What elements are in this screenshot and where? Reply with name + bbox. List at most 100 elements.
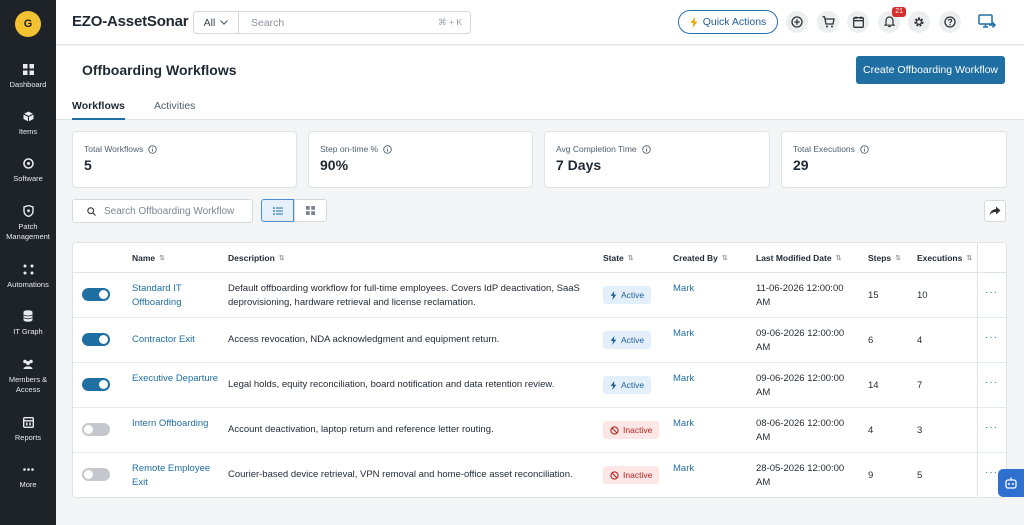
row-actions-menu[interactable]: ··· — [985, 467, 998, 478]
screen-share-button[interactable] — [978, 13, 997, 31]
created-by-link[interactable]: Mark — [673, 327, 694, 341]
workflow-name-link[interactable]: Contractor Exit — [132, 333, 222, 347]
grid-view-button[interactable] — [294, 199, 327, 222]
quick-actions-button[interactable]: Quick Actions — [678, 10, 778, 34]
stat-label: Step on-time % — [320, 144, 379, 154]
settings-button[interactable] — [908, 11, 930, 33]
sidebar-item-label: Dashboard — [9, 80, 47, 89]
top-bar: EZO-AssetSonar All ⌘ + K Quick Actions 2… — [56, 0, 1024, 45]
blocked-icon — [610, 425, 619, 435]
automation-icon — [22, 263, 34, 275]
column-header-executions[interactable]: Executions ⇅ — [917, 253, 972, 263]
workflow-enabled-toggle[interactable] — [82, 423, 110, 436]
calendar-icon-button[interactable] — [847, 11, 869, 33]
search-input[interactable] — [239, 16, 439, 29]
add-icon-button[interactable] — [786, 11, 808, 33]
executions-count: 3 — [917, 425, 923, 436]
row-actions-menu[interactable]: ··· — [985, 332, 998, 343]
workflow-enabled-toggle[interactable] — [82, 333, 110, 346]
row-actions-menu[interactable]: ··· — [985, 377, 998, 388]
workflow-name-link[interactable]: Intern Offboarding — [132, 417, 222, 431]
help-icon — [944, 16, 956, 28]
main-content: Offboarding Workflows Create Offboarding… — [56, 46, 1024, 525]
sidebar-item-items[interactable]: Items — [0, 110, 56, 137]
avatar[interactable]: G — [15, 11, 41, 37]
list-icon — [272, 206, 283, 215]
members-icon — [22, 358, 34, 370]
sort-icon: ⇅ — [835, 255, 842, 262]
row-actions-menu[interactable]: ··· — [985, 287, 998, 298]
create-workflow-button[interactable]: Create Offboarding Workflow — [856, 56, 1005, 84]
created-by-link[interactable]: Mark — [673, 372, 694, 386]
last-modified-date: 09-06-2026 12:00:00 AM — [756, 328, 845, 353]
stat-label: Avg Completion Time — [556, 144, 637, 154]
sort-icon: ⇅ — [627, 255, 634, 262]
grid-icon — [306, 206, 315, 215]
tab-workflows[interactable]: Workflows — [72, 100, 125, 120]
plus-circle-icon — [791, 16, 803, 28]
column-header-description[interactable]: Description ⇅ — [228, 253, 285, 263]
row-actions-menu[interactable]: ··· — [985, 422, 998, 433]
created-by-link[interactable]: Mark — [673, 462, 694, 476]
sidebar-item-more[interactable]: More — [0, 463, 56, 490]
sidebar-item-members-access[interactable]: Members & Access — [0, 358, 56, 395]
search-scope-select[interactable]: All — [194, 12, 239, 33]
column-header-name[interactable]: Name ⇅ — [132, 253, 165, 263]
workflow-name-link[interactable]: Executive Departure — [132, 372, 222, 386]
stat-value: 90% — [320, 157, 349, 173]
sort-icon: ⇅ — [159, 255, 166, 262]
created-by-link[interactable]: Mark — [673, 417, 694, 431]
stat-label: Total Workflows — [84, 144, 144, 154]
column-header-last-modified[interactable]: Last Modified Date ⇅ — [756, 253, 841, 263]
workflow-enabled-toggle[interactable] — [82, 468, 110, 481]
table-row[interactable]: Executive Departure Legal holds, equity … — [73, 363, 1006, 408]
workflow-search-input[interactable] — [104, 205, 244, 217]
sidebar-item-label: Automations — [7, 280, 49, 289]
steps-count: 6 — [868, 335, 874, 346]
sidebar-item-label: Members & Access — [8, 375, 48, 394]
sort-icon: ⇅ — [966, 255, 973, 262]
last-modified-date: 28-05-2026 12:00:00 AM — [756, 463, 845, 488]
monitor-arrow-icon — [978, 14, 997, 29]
bell-icon — [883, 16, 895, 28]
workflow-name-link[interactable]: Remote Employee Exit — [132, 462, 222, 490]
table-row[interactable]: Intern Offboarding Account deactivation,… — [73, 408, 1006, 453]
info-icon — [148, 144, 158, 154]
column-header-steps[interactable]: Steps ⇅ — [868, 253, 901, 263]
notifications-button[interactable]: 21 — [878, 7, 906, 33]
workflow-description: Default offboarding workflow for full-ti… — [228, 283, 580, 308]
status-badge: Active — [603, 376, 652, 394]
column-header-created-by[interactable]: Created By ⇅ — [673, 253, 728, 263]
sidebar-item-it-graph[interactable]: IT Graph — [0, 310, 56, 337]
calendar-icon — [852, 16, 864, 28]
cart-icon-button[interactable] — [817, 11, 839, 33]
steps-count: 14 — [868, 380, 879, 391]
share-button[interactable] — [984, 200, 1006, 222]
workflow-name-link[interactable]: Standard IT Offboarding — [132, 282, 222, 310]
column-header-state[interactable]: State ⇅ — [603, 253, 634, 263]
sidebar-item-dashboard[interactable]: Dashboard — [0, 63, 56, 90]
list-view-button[interactable] — [261, 199, 294, 222]
workflows-table: Name ⇅ Description ⇅ State ⇅ Created By ⇅ La… — [72, 242, 1007, 498]
last-modified-date: 09-06-2026 12:00:00 AM — [756, 373, 845, 398]
quick-actions-label: Quick Actions — [702, 16, 767, 28]
tab-activities[interactable]: Activities — [154, 100, 195, 120]
table-row[interactable]: Remote Employee Exit Courier-based devic… — [73, 453, 1006, 497]
lightning-icon — [610, 335, 617, 345]
brand-title: EZO-AssetSonar — [72, 13, 189, 30]
table-row[interactable]: Contractor Exit Access revocation, NDA a… — [73, 318, 1006, 363]
steps-count: 9 — [868, 470, 874, 481]
sidebar-item-reports[interactable]: Reports — [0, 416, 56, 443]
workflow-enabled-toggle[interactable] — [82, 378, 110, 391]
table-row[interactable]: Standard IT Offboarding Default offboard… — [73, 273, 1006, 318]
created-by-link[interactable]: Mark — [673, 282, 694, 296]
assistant-launcher-button[interactable] — [998, 469, 1024, 497]
gear-icon — [914, 17, 924, 27]
sidebar-item-label: IT Graph — [13, 327, 43, 336]
help-button[interactable] — [939, 11, 961, 33]
sidebar-item-automations[interactable]: Automations — [0, 263, 56, 290]
workflow-enabled-toggle[interactable] — [82, 288, 110, 301]
status-badge: Active — [603, 331, 652, 349]
sidebar-item-software[interactable]: Software — [0, 157, 56, 184]
sidebar-item-patch-management[interactable]: Patch Management — [0, 205, 56, 242]
